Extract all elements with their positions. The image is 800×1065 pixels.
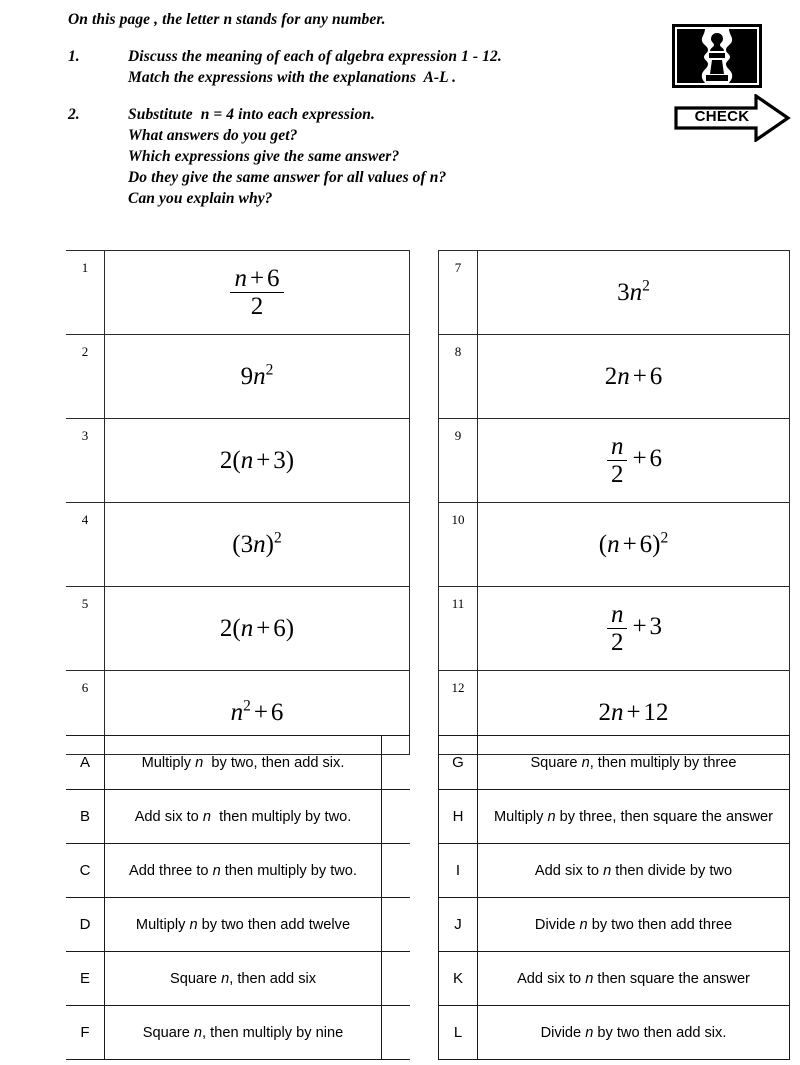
table-row: 3 2(n +3) [66, 418, 410, 503]
explanations-table-left: A Multiply n by two, then add six. B Add… [66, 735, 410, 1060]
task-2-lines: Substitute n = 4 into each expression. W… [128, 104, 658, 209]
task-1-number: 1. [68, 48, 80, 65]
explanation-text: Multiply n by two, then add six. [104, 735, 382, 790]
table-row: C Add three to n then multiply by two. [66, 843, 410, 898]
expression-value: 2(n +3) [104, 418, 410, 503]
expression-number: 7 [438, 250, 478, 335]
explanation-letter: I [438, 843, 478, 898]
task-2-number: 2. [68, 106, 80, 123]
expression-number: 5 [66, 586, 105, 671]
expression-number: 2 [66, 334, 105, 419]
explanation-text: Divide n by two then add six. [477, 1005, 790, 1060]
task-2-line-2: What answers do you get? [128, 127, 298, 144]
spacer-cell [381, 843, 410, 898]
spacer-cell [381, 789, 410, 844]
explanation-text: Square n, then add six [104, 951, 382, 1006]
explanation-letter: L [438, 1005, 478, 1060]
table-row: 10 (n +6)2 [438, 502, 790, 587]
task-item-1: 1. Discuss the meaning of each of algebr… [68, 46, 658, 88]
task-2-line-3: Which expressions give the same answer? [128, 148, 400, 165]
explanation-text: Add six to n then divide by two [477, 843, 790, 898]
table-row: D Multiply n by two then add twelve [66, 897, 410, 952]
table-row: F Square n, then multiply by nine [66, 1005, 410, 1060]
explanation-letter: J [438, 897, 478, 952]
explanations-table-right: G Square n, then multiply by three H Mul… [438, 735, 790, 1060]
table-row: E Square n, then add six [66, 951, 410, 1006]
explanation-letter: K [438, 951, 478, 1006]
expression-number: 10 [438, 502, 478, 587]
table-row: J Divide n by two then add three [438, 897, 790, 952]
task-1-lines: Discuss the meaning of each of algebra e… [128, 46, 658, 88]
explanation-letter: D [66, 897, 105, 952]
explanation-letter: G [438, 735, 478, 790]
expression-value: 2n +6 [477, 334, 790, 419]
task-1-line-2: Match the expressions with the explanati… [128, 69, 457, 86]
explanation-letter: C [66, 843, 105, 898]
two-faces-profile-illusion-icon [672, 24, 762, 88]
expression-number: 4 [66, 502, 105, 587]
expression-value: (n +6)2 [477, 502, 790, 587]
table-row: B Add six to n then multiply by two. [66, 789, 410, 844]
table-row: 9 n 2 +6 [438, 418, 790, 503]
explanation-letter: B [66, 789, 105, 844]
explanation-letter: F [66, 1005, 105, 1060]
check-label: CHECK [694, 108, 750, 125]
instructions-block: On this page , the letter n stands for a… [68, 10, 658, 209]
expression-value: (3n)2 [104, 502, 410, 587]
expression-number: 1 [66, 250, 105, 335]
explanation-letter: E [66, 951, 105, 1006]
table-row: L Divide n by two then add six. [438, 1005, 790, 1060]
task-2-line-1: Substitute n = 4 into each expression. [128, 106, 375, 123]
expression-number: 8 [438, 334, 478, 419]
intro-text: On this page , the letter n stands for a… [68, 11, 386, 28]
table-row: 7 3n2 [438, 250, 790, 335]
table-row: 5 2(n +6) [66, 586, 410, 671]
table-row: H Multiply n by three, then square the a… [438, 789, 790, 844]
explanation-text: Square n, then multiply by three [477, 735, 790, 790]
spacer-cell [381, 735, 410, 790]
table-row: 11 n 2 +3 [438, 586, 790, 671]
expression-value: n +6 2 [104, 250, 410, 335]
explanation-letter: H [438, 789, 478, 844]
expressions-table-right: 7 3n2 8 2n +6 9 n 2 +6 10 (n +6)2 11 n 2… [438, 250, 790, 755]
expression-number: 3 [66, 418, 105, 503]
task-2-line-4: Do they give the same answer for all val… [128, 169, 447, 186]
explanation-text: Add six to n then square the answer [477, 951, 790, 1006]
spacer-cell [381, 897, 410, 952]
explanation-text: Multiply n by three, then square the ans… [477, 789, 790, 844]
expression-value: 2(n +6) [104, 586, 410, 671]
table-row: 4 (3n)2 [66, 502, 410, 587]
check-badge-area: CHECK [672, 24, 792, 144]
spacer-cell [381, 1005, 410, 1060]
table-row: 1 n +6 2 [66, 250, 410, 335]
table-row: 2 9n2 [66, 334, 410, 419]
task-2-line-5: Can you explain why? [128, 190, 273, 207]
explanation-text: Add three to n then multiply by two. [104, 843, 382, 898]
expression-value: 3n2 [477, 250, 790, 335]
task-1-line-1: Discuss the meaning of each of algebra e… [128, 48, 502, 65]
explanation-text: Multiply n by two then add twelve [104, 897, 382, 952]
expression-number: 9 [438, 418, 478, 503]
spacer-cell [381, 951, 410, 1006]
table-row: K Add six to n then square the answer [438, 951, 790, 1006]
explanation-text: Add six to n then multiply by two. [104, 789, 382, 844]
task-item-2: 2. Substitute n = 4 into each expression… [68, 104, 658, 209]
expression-value: 9n2 [104, 334, 410, 419]
explanation-letter: A [66, 735, 105, 790]
table-row: I Add six to n then divide by two [438, 843, 790, 898]
expression-number: 11 [438, 586, 478, 671]
expression-value: n2+6 [477, 418, 790, 503]
expressions-table-left: 1 n +6 2 2 9n2 3 2(n +3) 4 (3n)2 5 2(n +… [66, 250, 410, 755]
explanation-text: Square n, then multiply by nine [104, 1005, 382, 1060]
explanation-text: Divide n by two then add three [477, 897, 790, 952]
table-row: G Square n, then multiply by three [438, 735, 790, 790]
table-row: 8 2n +6 [438, 334, 790, 419]
table-row: A Multiply n by two, then add six. [66, 735, 410, 790]
expression-value: n 2 +3 [477, 586, 790, 671]
